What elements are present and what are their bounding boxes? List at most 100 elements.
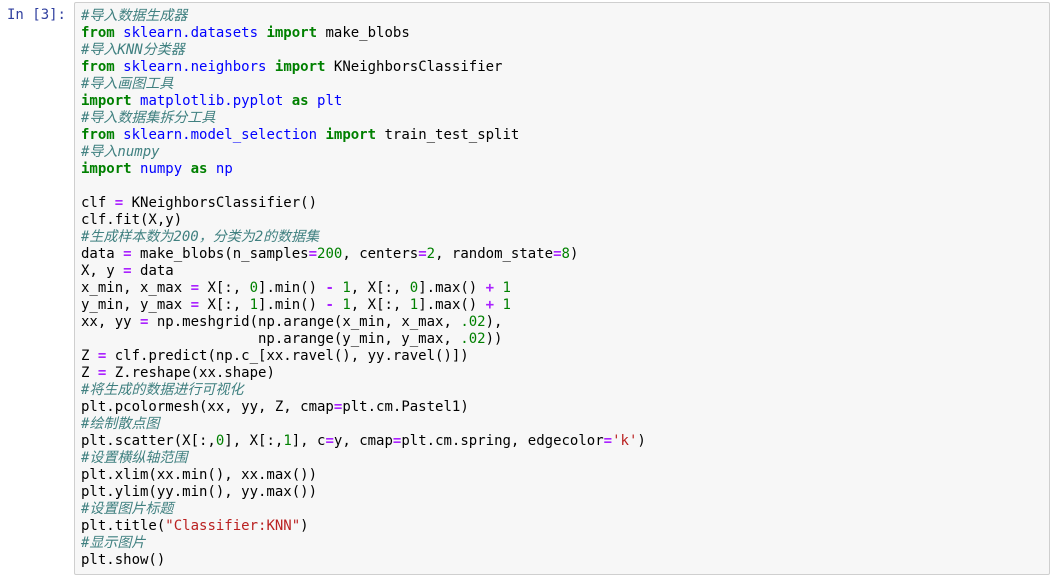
comment: #设置图片标题 <box>81 501 173 517</box>
code-text: data <box>132 263 174 279</box>
number: 2 <box>427 246 435 262</box>
code-text: data <box>81 246 123 262</box>
operator: = <box>123 263 131 279</box>
code-text: ) <box>637 433 645 449</box>
comment: #绘制散点图 <box>81 416 159 432</box>
number: 1 <box>342 280 350 296</box>
code-text: y, cmap <box>334 433 393 449</box>
code-text: y_min, y_max <box>81 297 191 313</box>
operator: = <box>123 246 131 262</box>
keyword-import: import <box>275 59 326 75</box>
operator: = <box>418 246 426 262</box>
string: 'k' <box>612 433 637 449</box>
module: numpy <box>140 161 182 177</box>
code-cell: In [3]: #导入数据生成器 from sklearn.datasets i… <box>2 2 1050 575</box>
code-text: plt.xlim(xx.min(), xx.max()) <box>81 467 317 483</box>
comment: #导入数据集拆分工具 <box>81 110 215 126</box>
identifier: make_blobs <box>325 25 409 41</box>
code-text: ].max() <box>418 280 485 296</box>
comment: #显示图片 <box>81 535 145 551</box>
code-text: plt.cm.spring, edgecolor <box>401 433 603 449</box>
code-text: ) <box>570 246 578 262</box>
alias: plt <box>317 93 342 109</box>
code-text: ), <box>486 314 503 330</box>
operator: = <box>553 246 561 262</box>
keyword-from: from <box>81 127 115 143</box>
number: 1 <box>503 280 511 296</box>
comment: #导入画图工具 <box>81 76 173 92</box>
code-text: , X[:, <box>351 297 410 313</box>
code-text: plt.cm.Pastel1) <box>342 399 468 415</box>
number: 1 <box>342 297 350 313</box>
code-text: plt.title( <box>81 518 165 534</box>
module: sklearn.datasets <box>123 25 258 41</box>
code-text: ], X[:, <box>224 433 283 449</box>
code-text: ].min() <box>258 297 325 313</box>
operator: + <box>486 280 494 296</box>
code-text: clf.fit(X,y) <box>81 212 182 228</box>
code-text: , random_state <box>435 246 553 262</box>
keyword-import: import <box>325 127 376 143</box>
comment: #设置横纵轴范围 <box>81 450 187 466</box>
code-text: np.arange(y_min, y_max, <box>81 331 460 347</box>
keyword-from: from <box>81 59 115 75</box>
code-text: X[:, <box>199 297 250 313</box>
code-text: X, y <box>81 263 123 279</box>
operator: - <box>325 280 333 296</box>
number: 1 <box>250 297 258 313</box>
number: 1 <box>503 297 511 313</box>
code-text: make_blobs(n_samples <box>132 246 309 262</box>
operator: + <box>486 297 494 313</box>
code-text: clf <box>81 195 115 211</box>
operator: = <box>325 433 333 449</box>
keyword-as: as <box>292 93 309 109</box>
code-text: plt.show() <box>81 552 165 568</box>
code-text: xx, yy <box>81 314 140 330</box>
code-input-area[interactable]: #导入数据生成器 from sklearn.datasets import ma… <box>74 2 1050 575</box>
operator: = <box>309 246 317 262</box>
operator: - <box>325 297 333 313</box>
code-text: X[:, <box>199 280 250 296</box>
code-text: plt.pcolormesh(xx, yy, Z, cmap <box>81 399 334 415</box>
identifier: KNeighborsClassifier <box>334 59 503 75</box>
comment: #将生成的数据进行可视化 <box>81 382 243 398</box>
code-text: x_min, x_max <box>81 280 191 296</box>
keyword-import: import <box>266 25 317 41</box>
operator: = <box>604 433 612 449</box>
input-prompt: In [3]: <box>2 2 74 28</box>
code-text: , X[:, <box>351 280 410 296</box>
code-text: , centers <box>342 246 418 262</box>
comment: #导入numpy <box>81 144 160 160</box>
comment: #生成样本数为200，分类为2的数据集 <box>81 229 319 245</box>
code-text: ].min() <box>258 280 325 296</box>
comment: #导入数据生成器 <box>81 8 187 24</box>
code-text: ) <box>300 518 308 534</box>
code-text: )) <box>486 331 503 347</box>
operator: = <box>191 297 199 313</box>
code-text: Z <box>81 365 98 381</box>
number: 0 <box>410 280 418 296</box>
number: .02 <box>460 331 485 347</box>
string: "Classifier:KNN" <box>165 518 300 534</box>
code-text: plt.ylim(yy.min(), yy.max()) <box>81 484 317 500</box>
keyword-as: as <box>191 161 208 177</box>
module: sklearn.model_selection <box>123 127 317 143</box>
module: matplotlib.pyplot <box>140 93 283 109</box>
operator: = <box>115 195 123 211</box>
number: 1 <box>410 297 418 313</box>
code-text: np.meshgrid(np.arange(x_min, x_max, <box>148 314 460 330</box>
module: sklearn.neighbors <box>123 59 266 75</box>
number: 8 <box>562 246 570 262</box>
keyword-import: import <box>81 93 132 109</box>
keyword-import: import <box>81 161 132 177</box>
number: 0 <box>250 280 258 296</box>
number: .02 <box>460 314 485 330</box>
code-text: ], c <box>292 433 326 449</box>
code-text <box>494 280 502 296</box>
operator: = <box>191 280 199 296</box>
code-text: Z <box>81 348 98 364</box>
alias: np <box>216 161 233 177</box>
identifier: train_test_split <box>384 127 519 143</box>
number: 1 <box>283 433 291 449</box>
code-text: plt.scatter(X[:, <box>81 433 216 449</box>
